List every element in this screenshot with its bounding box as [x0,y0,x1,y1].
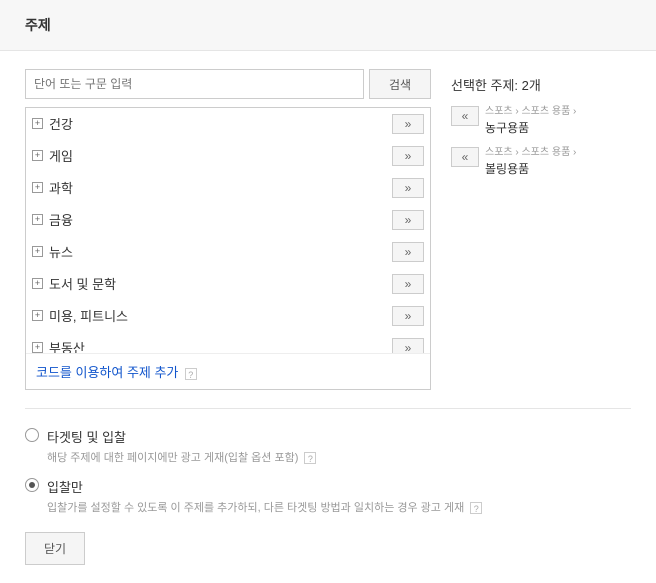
topic-row: + 부동산 [26,332,430,353]
help-icon[interactable]: ? [304,452,316,464]
expand-icon[interactable]: + [32,310,43,321]
radio-content: 입찰만 입찰가를 설정할 수 있도록 이 주제를 추가하되, 다른 타겟팅 방법… [47,477,631,515]
expand-icon[interactable]: + [32,150,43,161]
expand-icon[interactable]: + [32,342,43,353]
radio-desc: 해당 주제에 대한 페이지에만 광고 게재(입찰 옵션 포함) ? [47,449,631,465]
topic-row: + 건강 [26,108,430,140]
topic-row: + 금융 [26,204,430,236]
topic-label: 부동산 [49,336,392,353]
add-topic-button[interactable] [392,242,424,262]
topic-label: 게임 [49,144,392,167]
add-topic-button[interactable] [392,274,424,294]
help-icon[interactable]: ? [185,368,197,380]
right-column: 선택한 주제: 2개 스포츠 › 스포츠 용품 › 농구용품 스포츠 › 스포츠… [451,69,631,390]
selected-item: 스포츠 › 스포츠 용품 › 볼링용품 [451,145,631,178]
remove-topic-button[interactable] [451,147,479,167]
code-add-link[interactable]: 코드를 이용하여 주제 추가 [36,365,178,380]
selected-text: 스포츠 › 스포츠 용품 › 볼링용품 [485,145,576,178]
selected-name: 농구용품 [485,119,576,137]
expand-icon[interactable]: + [32,246,43,257]
expand-icon[interactable]: + [32,182,43,193]
add-topic-button[interactable] [392,114,424,134]
topic-row: + 미용, 피트니스 [26,300,430,332]
panel-header: 주제 [0,0,656,51]
add-topic-button[interactable] [392,210,424,230]
search-button[interactable]: 검색 [369,69,431,99]
help-icon[interactable]: ? [470,502,482,514]
left-column: 검색 + 건강 + 게임 + 과학 + 금융 + 뉴스 + 도서 및 문학 + 미용, 피트니… [25,69,431,390]
topic-row: + 뉴스 [26,236,430,268]
radio-label: 입찰만 [47,477,631,496]
topic-label: 뉴스 [49,240,392,263]
topic-row: + 과학 [26,172,430,204]
radio-row-bid-only: 입찰만 입찰가를 설정할 수 있도록 이 주제를 추가하되, 다른 타겟팅 방법… [25,477,631,515]
add-topic-button[interactable] [392,178,424,198]
topic-row: + 도서 및 문학 [26,268,430,300]
topic-label: 과학 [49,176,392,199]
radio-targeting-and-bid[interactable] [25,428,39,442]
radio-row-targeting: 타겟팅 및 입찰 해당 주제에 대한 페이지에만 광고 게재(입찰 옵션 포함)… [25,427,631,465]
expand-icon[interactable]: + [32,118,43,129]
radio-content: 타겟팅 및 입찰 해당 주제에 대한 페이지에만 광고 게재(입찰 옵션 포함)… [47,427,631,465]
add-topic-button[interactable] [392,338,424,354]
topic-label: 금융 [49,208,392,231]
topic-row: + 게임 [26,140,430,172]
panel-content: 검색 + 건강 + 게임 + 과학 + 금융 + 뉴스 + 도서 및 문학 + 미용, 피트니… [0,51,656,408]
radio-label: 타겟팅 및 입찰 [47,427,631,446]
code-add-row: 코드를 이용하여 주제 추가 ? [26,353,430,389]
remove-topic-button[interactable] [451,106,479,126]
expand-icon[interactable]: + [32,214,43,225]
expand-icon[interactable]: + [32,278,43,289]
panel-title: 주제 [25,15,631,35]
add-topic-button[interactable] [392,306,424,326]
selected-text: 스포츠 › 스포츠 용품 › 농구용품 [485,104,576,137]
radio-bid-only[interactable] [25,478,39,492]
topic-label: 도서 및 문학 [49,272,392,295]
selected-name: 볼링용품 [485,160,576,178]
search-row: 검색 [25,69,431,99]
topic-list-container: + 건강 + 게임 + 과학 + 금융 + 뉴스 + 도서 및 문학 + 미용, 피트니스 +… [25,107,431,390]
selected-item: 스포츠 › 스포츠 용품 › 농구용품 [451,104,631,137]
selected-title: 선택한 주제: 2개 [451,75,631,94]
selected-path: 스포츠 › 스포츠 용품 › [485,104,576,119]
topic-label: 건강 [49,112,392,135]
add-topic-button[interactable] [392,146,424,166]
close-button[interactable]: 닫기 [25,532,85,565]
selected-path: 스포츠 › 스포츠 용품 › [485,145,576,160]
topic-list[interactable]: + 건강 + 게임 + 과학 + 금융 + 뉴스 + 도서 및 문학 + 미용, 피트니스 +… [26,108,430,353]
search-input[interactable] [25,69,364,99]
options-section: 타겟팅 및 입찰 해당 주제에 대한 페이지에만 광고 게재(입찰 옵션 포함)… [0,409,656,583]
radio-desc: 입찰가를 설정할 수 있도록 이 주제를 추가하되, 다른 타겟팅 방법과 일치… [47,499,631,515]
topic-label: 미용, 피트니스 [49,304,392,327]
